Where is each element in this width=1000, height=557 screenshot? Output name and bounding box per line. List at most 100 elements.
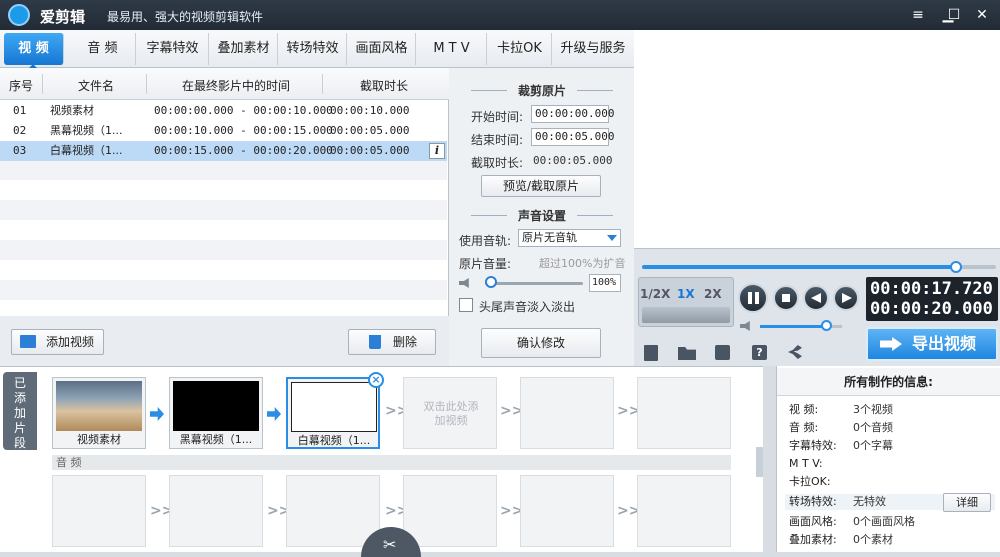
tab-subtitle-effects[interactable]: 字幕特效 xyxy=(137,33,209,65)
col-duration[interactable]: 截取时长 xyxy=(360,77,408,94)
next-frame-button[interactable] xyxy=(833,285,859,311)
menu-icon[interactable]: ≡ xyxy=(908,5,928,25)
tab-overlay[interactable]: 叠加素材 xyxy=(210,33,278,65)
mute-speaker-icon[interactable] xyxy=(459,278,469,288)
tab-mtv[interactable]: M T V xyxy=(417,33,487,65)
clip-card-selected[interactable]: 白幕视频（1... × xyxy=(286,372,384,449)
arrow-right-icon xyxy=(267,407,281,421)
maximize-icon[interactable]: ☐ xyxy=(944,5,964,25)
speaker-icon[interactable] xyxy=(740,321,750,331)
film-icon xyxy=(20,335,36,348)
duration-label: 截取时长: xyxy=(471,156,524,170)
info-key: 卡拉OK: xyxy=(789,475,831,488)
player-volume-fill xyxy=(760,325,826,328)
new-project-icon[interactable] xyxy=(644,345,658,361)
info-row: 音 频: 0个音频 xyxy=(789,420,893,436)
tab-picture-style[interactable]: 画面风格 xyxy=(348,33,416,65)
column-divider xyxy=(322,74,323,94)
speed-double[interactable]: 2X xyxy=(704,287,722,301)
arrow-right-icon xyxy=(150,407,164,421)
share-icon[interactable] xyxy=(788,345,802,359)
table-row-selected[interactable]: 03 白幕视频（1... 00:00:15.000 - 00:00:20.000… xyxy=(0,141,447,161)
app-name: 爱剪辑 xyxy=(40,8,86,26)
side-tab-label: 已添加片段 xyxy=(13,376,26,450)
video-preview xyxy=(634,30,1000,248)
table-row[interactable]: 02 黑幕视频（1... 00:00:10.000 - 00:00:15.000… xyxy=(0,121,447,141)
audio-slot[interactable] xyxy=(286,475,380,547)
start-time-input[interactable]: 00:00:00.000 xyxy=(531,105,614,123)
track-select[interactable]: 原片无音轨 xyxy=(518,229,621,247)
trash-icon xyxy=(369,335,381,349)
storyboard: 视频素材 黑幕视频（1... 白幕视频（1... × >> 双击此处添加视频 >… xyxy=(0,366,763,557)
fade-label: 头尾声音淡入淡出 xyxy=(479,300,576,314)
col-index[interactable]: 序号 xyxy=(9,77,33,94)
tab-karaoke[interactable]: 卡拉OK xyxy=(488,33,552,65)
app-logo-icon xyxy=(8,4,30,26)
end-time-input[interactable]: 00:00:05.000 xyxy=(531,128,614,146)
info-icon[interactable]: i xyxy=(429,143,445,159)
speed-half[interactable]: 1/2X xyxy=(640,287,670,301)
audio-slot[interactable] xyxy=(169,475,263,547)
col-timeline-range[interactable]: 在最终影片中的时间 xyxy=(182,77,290,94)
row-range: 00:00:15.000 - 00:00:20.000 xyxy=(154,144,333,157)
clip-settings-panel: 裁剪原片 开始时间: 00:00:00.000 结束时间: 00:00:05.0… xyxy=(449,68,634,366)
player-controls: 1/2X 1X 2X 00:00:17.720 00:00:20.000 ? 导… xyxy=(634,248,1000,366)
add-video-button[interactable]: 添加视频 xyxy=(11,329,104,355)
empty-slot[interactable] xyxy=(520,377,614,449)
info-value: 0个素材 xyxy=(853,533,893,546)
volume-slider-thumb[interactable] xyxy=(485,276,497,288)
list-header: 序号 文件名 在最终影片中的时间 截取时长 xyxy=(0,68,449,100)
track-select-value: 原片无音轨 xyxy=(522,231,577,244)
clip-thumbnail-white xyxy=(291,382,377,432)
empty-slot[interactable] xyxy=(637,377,731,449)
total-time: 00:00:20.000 xyxy=(870,299,993,319)
clip-caption: 黑幕视频（1... xyxy=(179,433,253,446)
info-row: 字幕特效: 0个字幕 xyxy=(789,438,893,454)
open-folder-icon[interactable] xyxy=(678,347,696,360)
info-row: 画面风格: 0个画面风格 xyxy=(789,514,915,530)
detail-button[interactable]: 详细 xyxy=(943,493,991,512)
speed-normal[interactable]: 1X xyxy=(677,287,695,301)
pause-button[interactable] xyxy=(738,283,768,313)
fade-checkbox[interactable] xyxy=(459,298,473,312)
current-time: 00:00:17.720 xyxy=(870,279,993,299)
tab-video[interactable]: 视 频 xyxy=(4,33,64,65)
export-arrow-icon xyxy=(880,337,902,351)
tab-audio[interactable]: 音 频 xyxy=(70,33,136,65)
added-clips-side-tab[interactable]: 已添加片段 xyxy=(3,372,37,450)
tab-transitions[interactable]: 转场特效 xyxy=(279,33,347,65)
prev-frame-button[interactable] xyxy=(803,285,829,311)
duration-value: 00:00:05.000 xyxy=(533,154,613,167)
info-key: 叠加素材: xyxy=(789,533,837,546)
tab-upgrade[interactable]: 升级与服务 xyxy=(553,33,633,65)
stop-button[interactable] xyxy=(773,285,799,311)
info-row: 叠加素材: 0个素材 xyxy=(789,532,893,548)
clip-caption: 白幕视频（1... xyxy=(297,434,371,447)
audio-slot[interactable] xyxy=(637,475,731,547)
remove-clip-icon[interactable]: × xyxy=(368,372,384,388)
save-icon[interactable] xyxy=(715,345,730,360)
clip-card[interactable]: 黑幕视频（1... xyxy=(169,377,263,449)
collapse-handle[interactable] xyxy=(756,447,763,477)
add-clip-placeholder[interactable]: 双击此处添加视频 xyxy=(403,377,497,449)
progress-thumb[interactable] xyxy=(949,261,962,273)
audio-slot[interactable] xyxy=(403,475,497,547)
jog-wheel[interactable] xyxy=(642,307,730,323)
help-icon[interactable]: ? xyxy=(752,345,767,360)
info-key: 视 频: xyxy=(789,403,819,416)
col-filename[interactable]: 文件名 xyxy=(78,77,114,94)
volume-value[interactable]: 100% xyxy=(589,274,621,292)
export-video-button[interactable]: 导出视频 xyxy=(866,327,998,361)
delete-button[interactable]: 删除 xyxy=(348,329,436,355)
audio-slot[interactable] xyxy=(52,475,146,547)
table-row[interactable]: 01 视频素材 00:00:00.000 - 00:00:10.000 00:0… xyxy=(0,101,447,121)
volume-slider-track[interactable] xyxy=(485,282,583,285)
confirm-button[interactable]: 确认修改 xyxy=(481,328,601,358)
preview-cut-button[interactable]: 预览/截取原片 xyxy=(481,175,601,197)
player-volume-thumb[interactable] xyxy=(820,320,832,331)
audio-section-title: 声音设置 xyxy=(517,209,566,223)
stop-icon xyxy=(782,294,790,302)
audio-slot[interactable] xyxy=(520,475,614,547)
clip-card[interactable]: 视频素材 xyxy=(52,377,146,449)
close-icon[interactable]: ✕ xyxy=(972,5,992,25)
